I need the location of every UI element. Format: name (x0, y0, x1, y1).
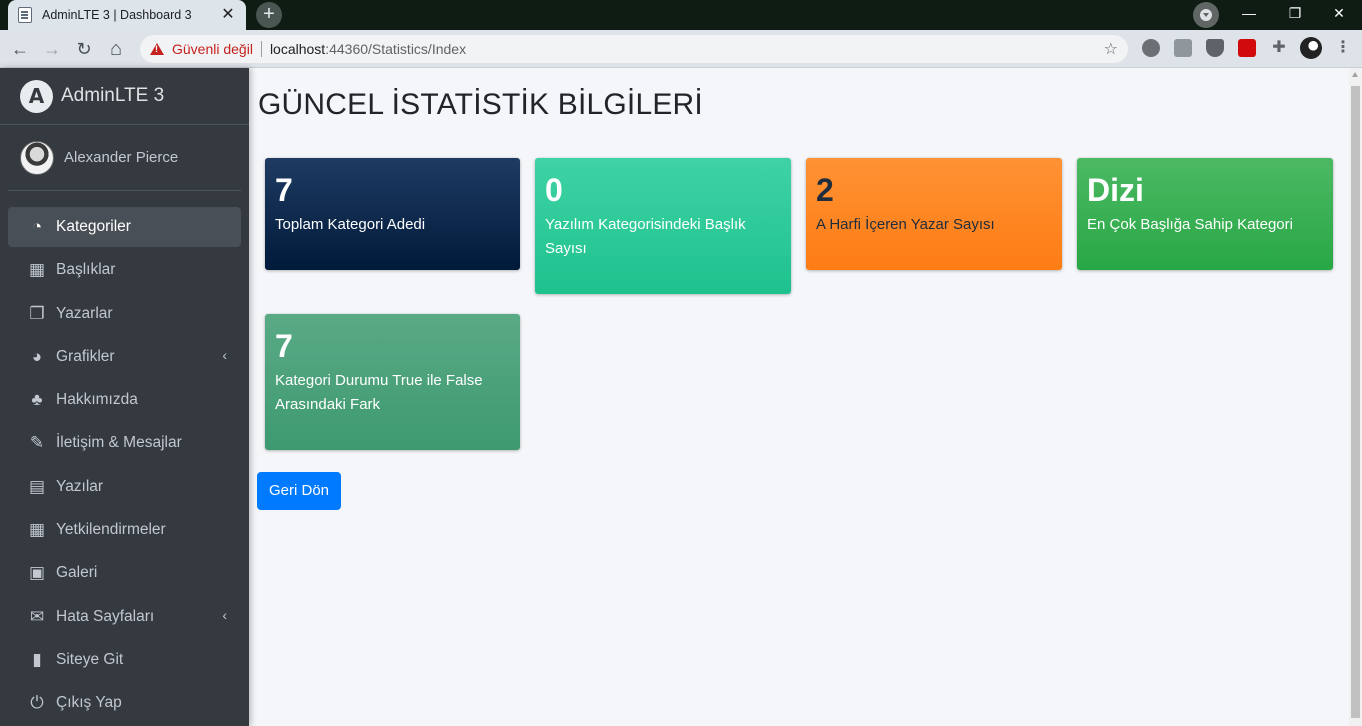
stat-box-authors-with-a: 2 A Harfi İçeren Yazar Sayısı (806, 158, 1062, 270)
table-icon: ▤ (28, 476, 46, 496)
url-path: :44360/Statistics/Index (325, 41, 467, 57)
tachometer-icon: ◔ (31, 217, 43, 236)
forward-button[interactable]: → (38, 35, 66, 63)
copy-icon: ❐ (29, 303, 45, 323)
sidebar-item-label: Siteye Git (56, 650, 124, 668)
scrollbar-thumb[interactable] (1351, 86, 1360, 718)
warning-icon (150, 43, 164, 55)
stat-box-top-category: Dizi En Çok Başlığa Sahip Kategori (1077, 158, 1333, 270)
browser-tab-strip: AdminLTE 3 | Dashboard 3 ✕ + — ❐ ✕ (0, 0, 1362, 30)
page-favicon-icon (18, 7, 32, 23)
new-tab-button[interactable]: + (256, 2, 282, 28)
chevron-left-icon: ‹ (222, 606, 227, 623)
minimize-button[interactable]: — (1226, 0, 1272, 28)
stat-value: 0 (545, 172, 563, 208)
browser-toolbar: ← → ↻ ⌂ Güvenli değil localhost:44360/St… (0, 30, 1362, 68)
back-button-geri-don[interactable]: Geri Dön (257, 472, 341, 510)
sidebar-item-12[interactable]: ⏻ Çıkış Yap (8, 683, 241, 723)
main-sidebar: A AdminLTE 3 Alexander Pierce ◔ Kategoril… (0, 68, 249, 726)
stat-box-software-titles: 0 Yazılım Kategorisindeki Başlık Sayısı (535, 158, 791, 294)
page-scrollbar[interactable] (1349, 68, 1362, 726)
stat-label: Yazılım Kategorisindeki Başlık Sayısı (545, 216, 746, 257)
sidebar-item-11[interactable]: ▮ Siteye Git (8, 640, 241, 680)
bookmark-star-icon[interactable]: ☆ (1104, 39, 1118, 59)
sidebar-item-label: Yetkilendirmeler (56, 521, 166, 539)
sidebar-item-1[interactable]: ◔ Kategoriler (8, 207, 241, 247)
restore-button[interactable]: ❐ (1272, 0, 1318, 28)
pdf-extension-icon[interactable] (1238, 39, 1256, 57)
url-host: localhost (269, 41, 326, 57)
sidebar-item-label: Başlıklar (56, 261, 116, 279)
sidebar-item-10[interactable]: ✉ Hata Sayfaları ‹ (8, 597, 241, 637)
scroll-up-icon[interactable] (1352, 72, 1358, 77)
browser-menu-icon[interactable]: ⋮ (1334, 39, 1352, 57)
stat-value: 2 (816, 172, 834, 208)
pie-chart-icon: ◕ (31, 346, 43, 366)
sidebar-item-label: Galeri (56, 564, 98, 582)
stat-box-total-categories: 7 Toplam Kategori Adedi (265, 158, 520, 270)
tab-title: AdminLTE 3 | Dashboard 3 (42, 8, 192, 22)
stat-value: 7 (275, 328, 293, 364)
user-avatar (20, 140, 54, 175)
sidebar-item-8[interactable]: ▦ Yetkilendirmeler (8, 510, 241, 550)
user-panel[interactable]: Alexander Pierce (8, 125, 241, 191)
sidebar-item-9[interactable]: ▣ Galeri (8, 553, 241, 593)
page-title: GÜNCEL İSTATİSTİK BİLGİLERİ (258, 88, 703, 121)
sidebar-item-7[interactable]: ▤ Yazılar (8, 467, 241, 507)
browser-tab[interactable]: AdminLTE 3 | Dashboard 3 ✕ (8, 0, 246, 30)
edit-icon: ✎ (29, 433, 45, 453)
tab-search-icon[interactable] (1193, 2, 1219, 28)
brand-text: AdminLTE 3 (61, 85, 165, 106)
tab-close-icon[interactable]: ✕ (220, 7, 236, 23)
sidebar-item-label: İletişim & Mesajlar (56, 434, 182, 452)
image-icon: ▣ (28, 563, 46, 583)
sidebar-item-label: Kategoriler (56, 218, 131, 235)
extensions-puzzle-icon[interactable]: ✚ (1270, 39, 1288, 57)
sidebar-item-label: Yazılar (56, 477, 104, 495)
omnibox-divider (260, 41, 262, 57)
grid-icon: ▦ (28, 260, 46, 280)
sidebar-item-label: Grafikler (56, 347, 115, 365)
user-name[interactable]: Alexander Pierce (64, 149, 178, 166)
sidebar-nav: ◔ Kategoriler ▦ Başlıklar ❐ Yazarlar ◕ Grafikle… (0, 207, 249, 723)
extension-globe-icon[interactable] (1142, 39, 1160, 57)
book-icon: ▮ (32, 649, 42, 669)
envelope-icon: ✉ (29, 606, 45, 626)
sidebar-item-label: Hakkımızda (56, 391, 138, 409)
ublock-shield-icon[interactable] (1206, 39, 1224, 57)
stat-label: Kategori Durumu True ile False Arasındak… (275, 372, 483, 413)
brand-logo-letter: A (28, 84, 45, 108)
stat-label: Toplam Kategori Adedi (275, 216, 426, 233)
reload-button[interactable]: ↻ (70, 35, 98, 63)
sidebar-item-2[interactable]: ▦ Başlıklar (8, 250, 241, 290)
brand-link[interactable]: A AdminLTE 3 (0, 68, 249, 125)
calendar-icon: ▦ (28, 520, 46, 540)
close-window-button[interactable]: ✕ (1316, 0, 1362, 28)
sidebar-item-5[interactable]: ♣ Hakkımızda (8, 380, 241, 420)
back-button[interactable]: ← (6, 35, 34, 63)
stat-value: 7 (275, 172, 293, 208)
power-icon: ⏻ (30, 693, 44, 713)
security-status[interactable]: Güvenli değil (172, 41, 253, 57)
chevron-left-icon: ‹ (222, 346, 227, 363)
home-button[interactable]: ⌂ (102, 35, 130, 63)
stat-label: A Harfi İçeren Yazar Sayısı (816, 216, 995, 233)
sidebar-item-6[interactable]: ✎ İletişim & Mesajlar (8, 423, 241, 463)
extension-hand-icon[interactable] (1174, 39, 1192, 57)
address-bar[interactable]: Güvenli değil localhost:44360/Statistics… (140, 35, 1128, 63)
tree-icon: ♣ (31, 390, 43, 410)
profile-avatar-icon[interactable] (1300, 37, 1322, 59)
brand-logo-icon: A (20, 79, 53, 113)
sidebar-item-4[interactable]: ◕ Grafikler ‹ (8, 337, 241, 377)
stat-box-status-difference: 7 Kategori Durumu True ile False Arasınd… (265, 314, 520, 450)
stat-value: Dizi (1087, 172, 1144, 208)
sidebar-item-label: Yazarlar (56, 304, 113, 322)
sidebar-item-label: Hata Sayfaları (56, 607, 155, 625)
stat-label: En Çok Başlığa Sahip Kategori (1087, 216, 1293, 233)
sidebar-item-3[interactable]: ❐ Yazarlar (8, 294, 241, 334)
sidebar-item-label: Çıkış Yap (56, 694, 122, 712)
